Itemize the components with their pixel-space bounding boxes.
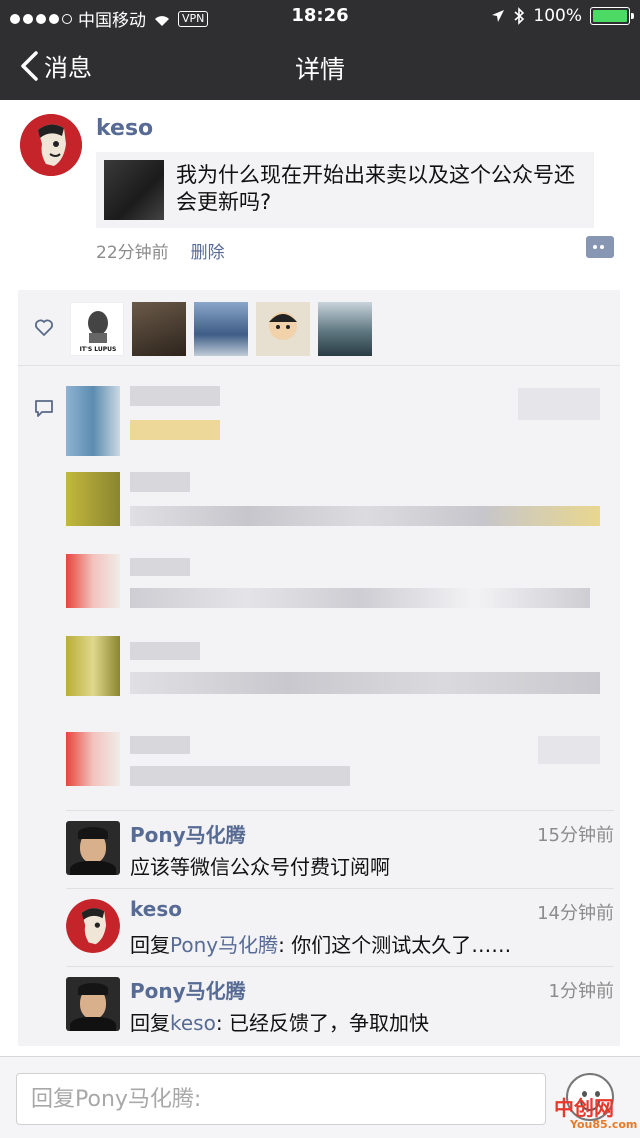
commenter-name[interactable]: Pony马化腾 xyxy=(130,819,246,848)
comment-text: 应该等微信公众号付费订阅啊 xyxy=(130,855,390,879)
commenter-avatar[interactable] xyxy=(66,977,120,1031)
like-avatar[interactable] xyxy=(132,302,186,356)
shared-article-card[interactable]: 我为什么现在开始出来卖以及这个公众号还会更新吗? xyxy=(96,152,594,228)
author-avatar[interactable] xyxy=(20,114,82,176)
like-avatar[interactable] xyxy=(194,302,248,356)
article-title: 我为什么现在开始出来卖以及这个公众号还会更新吗? xyxy=(176,163,575,214)
reply-body: : 已经反馈了，争取加快 xyxy=(215,1011,429,1035)
post-author-name[interactable]: keso xyxy=(96,116,153,141)
like-avatar[interactable] xyxy=(256,302,310,356)
comment-text: 回复Pony马化腾: 你们这个测试太久了…… xyxy=(130,929,511,958)
commenter-name[interactable]: keso xyxy=(130,897,182,921)
comment-time: 1分钟前 xyxy=(548,981,614,1002)
heart-icon xyxy=(35,319,53,336)
commenter-name[interactable]: Pony马化腾 xyxy=(130,975,246,1004)
reply-bar xyxy=(0,1056,640,1138)
reply-body: : 你们这个测试太久了…… xyxy=(278,933,512,957)
location-icon xyxy=(492,10,505,22)
post-time: 22分钟前 xyxy=(96,243,169,263)
interaction-panel: IT'S LUPUS Pony马化腾 15分钟前 应该等微信公众号付费订阅啊 k… xyxy=(18,290,620,1046)
nav-bar: 消息 详情 xyxy=(0,34,640,100)
like-avatar-caption: IT'S LUPUS xyxy=(79,346,117,353)
battery-icon xyxy=(590,7,634,25)
site-watermark: 中创网 You85.com xyxy=(548,1092,638,1136)
page-title: 详情 xyxy=(294,55,345,84)
reply-to-name[interactable]: Pony马化腾 xyxy=(170,933,278,957)
likes-row: IT'S LUPUS xyxy=(18,290,620,366)
comment-time: 15分钟前 xyxy=(537,825,614,846)
comment-row[interactable]: Pony马化腾 15分钟前 应该等微信公众号付费订阅啊 xyxy=(66,810,614,888)
comment-bubble-icon xyxy=(35,400,53,417)
post-meta: 22分钟前 删除 xyxy=(96,238,225,263)
watermark-title: 中创网 xyxy=(554,1096,614,1120)
reply-prefix: 回复 xyxy=(130,933,170,957)
status-bar: 中国移动 VPN 18:26 100% xyxy=(0,0,640,34)
delete-link[interactable]: 删除 xyxy=(191,238,225,263)
bluetooth-icon xyxy=(514,7,525,25)
comment-row[interactable]: Pony马化腾 1分钟前 回复keso: 已经反馈了，争取加快 xyxy=(66,966,614,1044)
watermark-site: You85.com xyxy=(570,1118,638,1131)
comment-time: 14分钟前 xyxy=(537,903,614,924)
commenter-avatar[interactable] xyxy=(66,821,120,875)
comment-menu-button[interactable] xyxy=(586,236,614,258)
keso-avatar-art xyxy=(20,114,82,176)
reply-prefix: 回复 xyxy=(130,1011,170,1035)
reply-input[interactable] xyxy=(16,1073,546,1125)
reply-to-name[interactable]: keso xyxy=(170,1011,216,1035)
commenter-avatar[interactable] xyxy=(66,899,120,953)
battery-percent: 100% xyxy=(533,6,582,26)
comment-row[interactable]: keso 14分钟前 回复Pony马化腾: 你们这个测试太久了…… xyxy=(66,888,614,966)
status-right: 100% xyxy=(491,6,634,26)
comment-text: 回复keso: 已经反馈了，争取加快 xyxy=(130,1007,429,1036)
like-avatar[interactable] xyxy=(318,302,372,356)
top-bar: 中国移动 VPN 18:26 100% 消息 详情 xyxy=(0,0,640,100)
like-avatar[interactable]: IT'S LUPUS xyxy=(70,302,124,356)
article-thumbnail xyxy=(104,160,164,220)
